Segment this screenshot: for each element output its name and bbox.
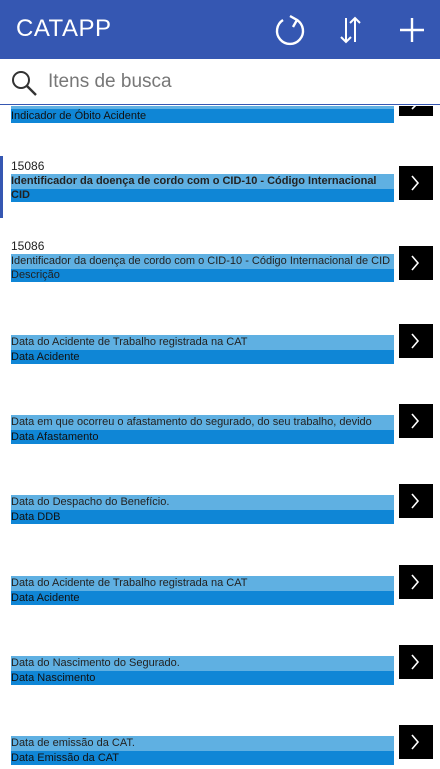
app-title: CATAPP	[16, 15, 112, 42]
item-title: Identificador da doença de cordo com o C…	[11, 174, 394, 202]
item-list: Indicador de Óbito Acidente 15086 Identi…	[0, 106, 440, 769]
list-item[interactable]: Data do Nascimento do Segurado. Data Nas…	[0, 638, 440, 718]
chevron-right-icon	[411, 333, 420, 349]
item-open-button[interactable]	[399, 246, 433, 280]
item-subtitle: Data DDB	[11, 510, 394, 524]
item-title: Data do Acidente de Trabalho registrada …	[11, 576, 394, 591]
search-bar	[0, 59, 440, 105]
item-subtitle: Indicador de Óbito Acidente	[11, 109, 394, 123]
item-open-button[interactable]	[399, 484, 433, 518]
list-item[interactable]: Indicador de Óbito Acidente	[0, 106, 440, 156]
chevron-right-icon	[411, 734, 420, 750]
chevron-right-icon	[411, 574, 420, 590]
item-id: 15086	[11, 239, 45, 253]
item-title: Data em que ocorreu o afastamento do seg…	[11, 415, 394, 430]
item-open-button[interactable]	[399, 404, 433, 438]
chevron-right-icon	[411, 413, 420, 429]
item-title: Data do Acidente de Trabalho registrada …	[11, 335, 394, 350]
item-open-button[interactable]	[399, 106, 433, 116]
list-item[interactable]: Data do Acidente de Trabalho registrada …	[0, 317, 440, 397]
item-subtitle: Data Acidente	[11, 350, 394, 364]
refresh-icon[interactable]	[270, 10, 310, 50]
list-item[interactable]: Data do Despacho do Benefício. Data DDB	[0, 477, 440, 557]
list-item[interactable]: Data em que ocorreu o afastamento do seg…	[0, 397, 440, 477]
chevron-right-icon	[411, 654, 420, 670]
item-title: Data de emissão da CAT.	[11, 736, 394, 751]
item-title: Identificador da doença de cordo com o C…	[11, 254, 394, 282]
item-subtitle: Data Acidente	[11, 591, 394, 605]
item-title: Data do Despacho do Benefício.	[11, 495, 394, 510]
search-input[interactable]	[48, 68, 428, 96]
item-open-button[interactable]	[399, 324, 433, 358]
app-header: CATAPP	[0, 0, 440, 59]
plus-icon[interactable]	[392, 10, 432, 50]
item-open-button[interactable]	[399, 645, 433, 679]
item-subtitle: Data Afastamento	[11, 430, 394, 444]
scrollbar[interactable]	[436, 106, 440, 769]
list-item[interactable]: 15086 Identificador da doença de cordo c…	[0, 236, 440, 316]
item-open-button[interactable]	[399, 565, 433, 599]
chevron-right-icon	[411, 255, 420, 271]
chevron-right-icon	[411, 175, 420, 191]
sort-icon[interactable]	[331, 10, 371, 50]
item-subtitle: Data Emissão da CAT	[11, 751, 394, 765]
list-item[interactable]: 15086 Identificador da doença de cordo c…	[0, 156, 440, 236]
search-icon	[12, 71, 37, 96]
item-title: Data do Nascimento do Segurado.	[11, 656, 394, 671]
item-subtitle: Data Nascimento	[11, 671, 394, 685]
item-open-button[interactable]	[399, 725, 433, 759]
item-open-button[interactable]	[399, 166, 433, 200]
item-id: 15086	[11, 159, 45, 173]
list-item[interactable]: Data de emissão da CAT. Data Emissão da …	[0, 718, 440, 769]
list-item[interactable]: Data do Acidente de Trabalho registrada …	[0, 558, 440, 638]
chevron-right-icon	[411, 106, 417, 110]
chevron-right-icon	[411, 493, 420, 509]
